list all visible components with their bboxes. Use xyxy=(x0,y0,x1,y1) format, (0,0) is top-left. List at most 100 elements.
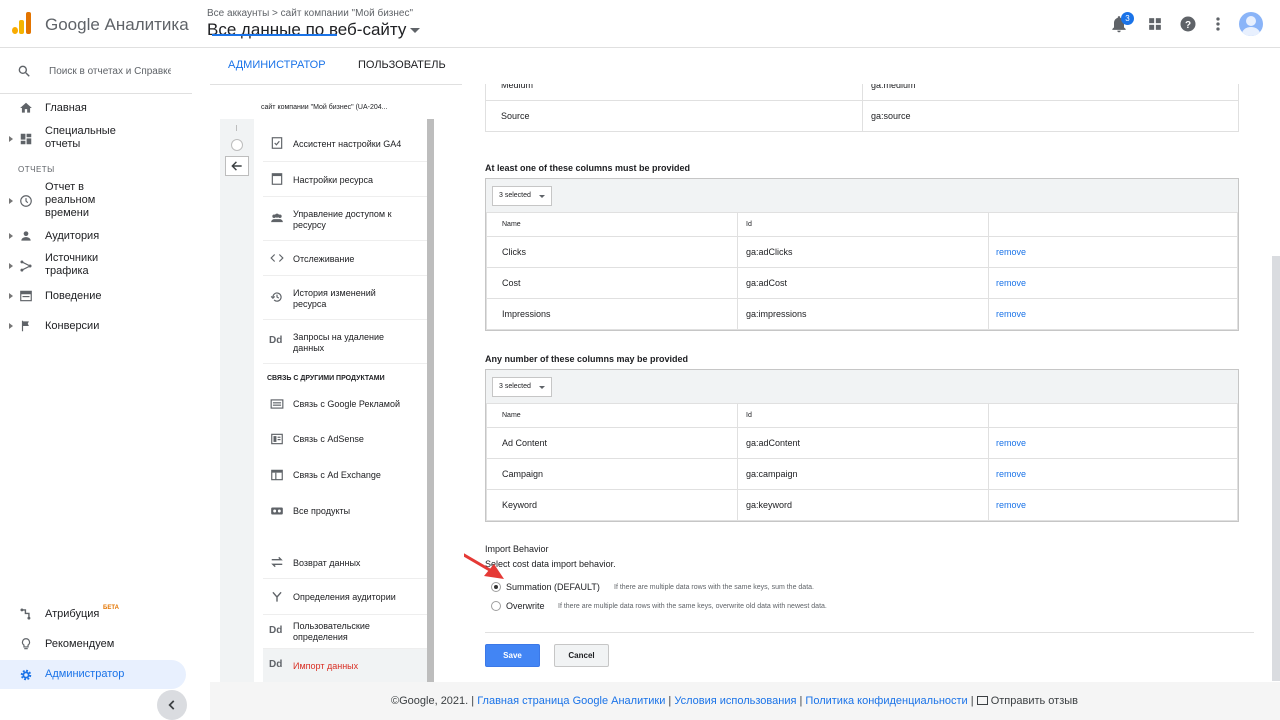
cell-name: Impressions xyxy=(486,298,738,330)
cell-id: ga:medium xyxy=(862,84,1239,101)
sidebar-search[interactable]: Поиск в отчетах и Справке xyxy=(0,58,192,94)
search-input[interactable]: Поиск в отчетах и Справке xyxy=(49,66,171,77)
caret-down-icon xyxy=(410,28,421,34)
person-icon xyxy=(21,231,31,241)
tab-user[interactable]: ПОЛЬЗОВАТЕЛЬ xyxy=(358,59,446,71)
sidebar-item-audience[interactable]: Аудитория xyxy=(0,229,192,245)
expand-arrow-icon xyxy=(9,323,13,329)
sidebar-item-discover[interactable]: Рекомендуем xyxy=(0,637,192,653)
cancel-button[interactable]: Cancel xyxy=(554,644,609,667)
sidebar-item-label: Рекомендуем xyxy=(45,638,115,650)
menu-item-label: Запросы на удаление данных xyxy=(293,332,384,353)
menu-item-label: Возврат данных xyxy=(293,558,361,568)
header-action xyxy=(988,403,1238,428)
property-selector[interactable]: Все данные по веб-сайту xyxy=(207,20,421,40)
sidebar-item-acquisition[interactable]: Источники трафика xyxy=(0,252,192,280)
remove-link[interactable]: remove xyxy=(988,489,1238,521)
header-name: Name xyxy=(486,212,738,237)
remove-link[interactable]: remove xyxy=(988,267,1238,299)
menu-item-tracking[interactable]: Отслеживание xyxy=(263,241,429,276)
sidebar-item-attribution[interactable]: Атрибуция БЕТА xyxy=(0,605,192,624)
separator: | xyxy=(668,695,672,707)
feedback-button[interactable]: Отправить отзыв xyxy=(976,695,1078,707)
account-selector[interactable]: сайт компании "Мой бизнес" (UA-204... xyxy=(261,104,387,111)
cell-id: ga:adClicks xyxy=(737,236,989,268)
menu-item-label: Отслеживание xyxy=(293,254,355,264)
settings-page-icon xyxy=(271,173,283,185)
menu-item-all-products[interactable]: Все продукты xyxy=(263,493,429,529)
sidebar-item-custom-reports[interactable]: Специальные отчеты xyxy=(0,125,192,153)
more-vert-icon[interactable] xyxy=(1208,14,1228,34)
column-selector-dropdown[interactable]: 3 selected xyxy=(492,377,552,397)
required-columns-table: Medium ga:medium Source ga:source xyxy=(485,84,1239,132)
menu-item-access-management[interactable]: Управление доступом к ресурсу xyxy=(263,197,429,241)
sidebar-item-realtime[interactable]: Отчет в реальном времени xyxy=(0,181,192,221)
expand-arrow-icon xyxy=(9,233,13,239)
menu-item-audience-definitions[interactable]: Определения аудитории xyxy=(263,579,429,615)
analytics-logo-icon[interactable] xyxy=(12,12,32,34)
apps-grid-icon[interactable] xyxy=(1145,14,1165,34)
column-selector-dropdown[interactable]: 3 selected xyxy=(492,186,552,206)
cell-name: Cost xyxy=(486,267,738,299)
sidebar-item-conversions[interactable]: Конверсии xyxy=(0,319,192,335)
attribution-icon xyxy=(20,608,31,620)
expand-arrow-icon xyxy=(9,198,13,204)
code-icon xyxy=(270,254,284,262)
menu-item-google-ads[interactable]: Связь с Google Рекламой xyxy=(263,387,429,421)
at-least-one-table: Name Id Clicks ga:adClicks remove Cost g… xyxy=(486,212,1238,330)
header-action xyxy=(988,212,1238,237)
sidebar-item-admin[interactable]: Администратор xyxy=(0,660,186,689)
top-bar: Google Аналитика Все аккаунты > сайт ком… xyxy=(0,0,1280,48)
dd-icon: Dd xyxy=(269,335,283,346)
privacy-link[interactable]: Политика конфиденциальности xyxy=(805,695,967,707)
any-number-section: 3 selected Name Id Ad Content ga:adConte… xyxy=(485,369,1239,522)
remove-link[interactable]: remove xyxy=(988,427,1238,459)
table-header: Name Id xyxy=(486,403,1238,428)
separator: | xyxy=(471,695,475,707)
menu-item-property-settings[interactable]: Настройки ресурса xyxy=(263,162,429,197)
column-scrollbar[interactable] xyxy=(427,119,434,683)
terms-link[interactable]: Условия использования xyxy=(674,695,796,707)
table-row: Medium ga:medium xyxy=(485,84,1239,101)
remove-link[interactable]: remove xyxy=(988,298,1238,330)
menu-item-adsense[interactable]: Связь с AdSense xyxy=(263,421,429,457)
remove-link[interactable]: remove xyxy=(988,458,1238,490)
breadcrumb[interactable]: Все аккаунты > сайт компании "Мой бизнес… xyxy=(207,8,413,19)
menu-item-custom-definitions[interactable]: Dd Пользовательские определения xyxy=(263,615,429,649)
tab-admin[interactable]: АДМИНИСТРАТОР xyxy=(228,59,326,71)
any-number-title: Any number of these columns may be provi… xyxy=(485,354,689,364)
back-button[interactable] xyxy=(225,156,249,176)
sidebar-item-label: Атрибуция xyxy=(45,608,100,620)
remove-link[interactable]: remove xyxy=(988,236,1238,268)
sidebar-item-label: Источники трафика xyxy=(45,252,99,277)
menu-item-data-deletion[interactable]: Dd Запросы на удаление данных xyxy=(263,320,429,364)
menu-item-data-import[interactable]: Dd Импорт данных xyxy=(263,649,429,683)
sidebar-item-label: Аудитория xyxy=(45,230,100,242)
overwrite-label[interactable]: Overwrite xyxy=(506,601,545,611)
summation-label[interactable]: Summation (DEFAULT) xyxy=(506,582,600,592)
overwrite-radio[interactable] xyxy=(491,601,501,611)
home-icon xyxy=(20,102,32,113)
menu-item-change-history[interactable]: История изменений ресурса xyxy=(263,276,429,320)
reports-section-label: ОТЧЕТЫ xyxy=(18,165,55,174)
save-button[interactable]: Save xyxy=(485,644,540,667)
property-name: Все данные по веб-сайту xyxy=(207,20,407,39)
column-navigation xyxy=(220,119,254,683)
menu-item-postbacks[interactable]: Возврат данных xyxy=(263,545,429,579)
expand-circle-icon[interactable] xyxy=(231,139,243,151)
sidebar-item-home[interactable]: Главная xyxy=(0,101,192,117)
analytics-home-link[interactable]: Главная страница Google Аналитики xyxy=(477,695,665,707)
at-least-one-section: 3 selected Name Id Clicks ga:adClicks re… xyxy=(485,178,1239,331)
sidebar-item-label: Отчет в реальном времени xyxy=(45,181,96,219)
copyright: ©Google, 2021. xyxy=(391,695,469,707)
clock-icon xyxy=(20,195,32,207)
footer: ©Google, 2021. | Главная страница Google… xyxy=(210,682,1280,720)
history-icon xyxy=(270,292,282,302)
help-icon[interactable]: ? xyxy=(1178,14,1198,34)
main-scrollbar[interactable] xyxy=(1272,256,1280,681)
menu-item-ad-exchange[interactable]: Связь с Ad Exchange xyxy=(263,457,429,493)
sidebar-item-behavior[interactable]: Поведение xyxy=(0,289,192,305)
avatar[interactable] xyxy=(1239,12,1263,36)
collapse-sidebar-button[interactable] xyxy=(157,690,187,720)
menu-item-ga4-setup[interactable]: Ассистент настройки GA4 xyxy=(263,125,429,162)
